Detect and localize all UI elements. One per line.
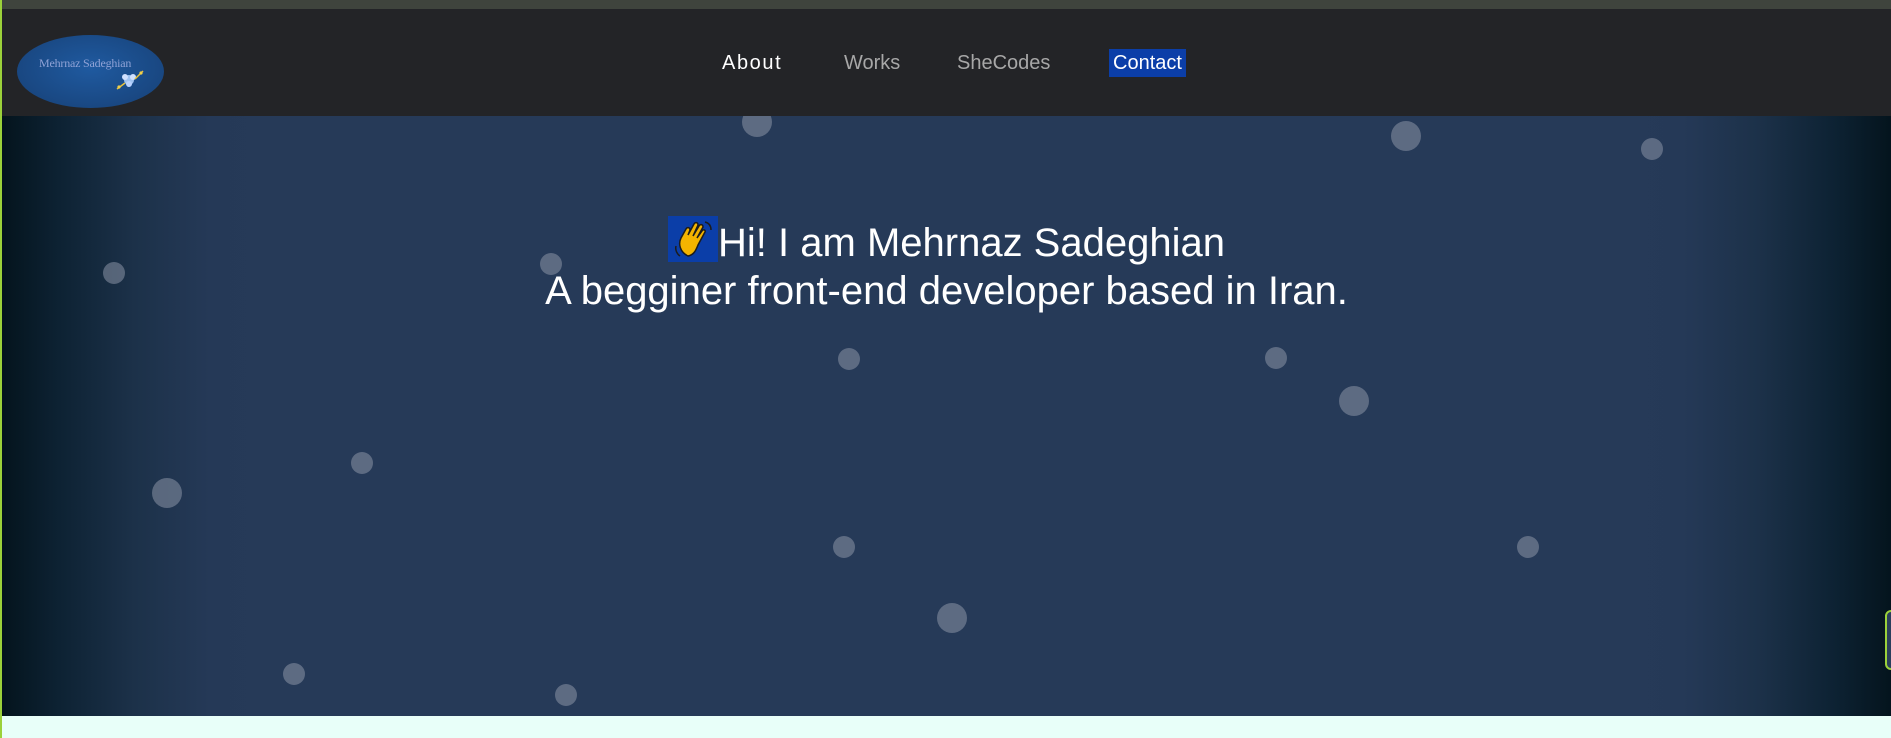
particle [152,478,182,508]
navbar: Mehrnaz Sadeghian About Works SheCodes C… [2,9,1891,116]
greeting-line: Hi! I am Mehrnaz Sadeghian [2,216,1891,267]
greeting-text: Hi! I am Mehrnaz Sadeghian [718,221,1225,265]
nav-link-works[interactable]: Works [844,49,900,77]
particle [833,536,855,558]
browser-top-strip [0,0,1891,9]
particle [1339,386,1369,416]
main-nav: About Works SheCodes Contact [2,9,1891,116]
nav-link-contact[interactable]: Contact [1109,49,1186,77]
waving-hand-icon [668,216,719,262]
particle-background [103,116,1663,706]
particle [555,684,577,706]
particle [838,348,860,370]
particle [1517,536,1539,558]
page-bottom-area [2,716,1891,738]
page: Mehrnaz Sadeghian About Works SheCodes C… [0,0,1891,738]
hero-headline: Hi! I am Mehrnaz Sadeghian A begginer fr… [2,216,1891,315]
particle [283,663,305,685]
particle [1265,347,1287,369]
nav-link-about[interactable]: About [722,49,782,77]
particle [1641,138,1663,160]
hero-section: Hi! I am Mehrnaz Sadeghian A begginer fr… [2,116,1891,716]
particle [937,603,967,633]
particle [351,452,373,474]
tagline-text: A begginer front-end developer based in … [545,269,1348,313]
particle [1391,121,1421,151]
side-scroll-handle[interactable] [1885,610,1891,670]
nav-link-shecodes[interactable]: SheCodes [957,49,1050,77]
particle [742,116,772,137]
